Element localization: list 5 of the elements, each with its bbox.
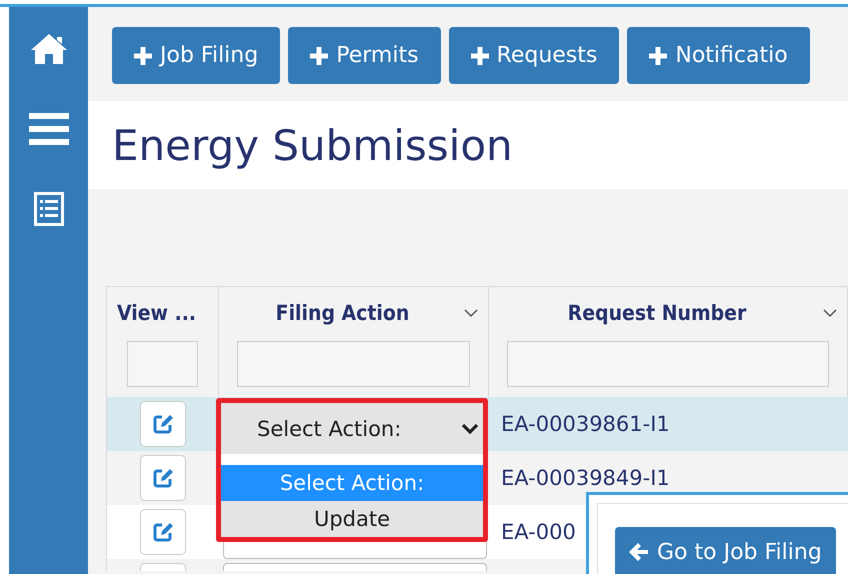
request-number: EA-00039861-I1 xyxy=(500,412,670,436)
selected-value: Select Action: xyxy=(257,416,402,440)
request-number: EA-000 xyxy=(500,520,576,544)
request-number: EA-00039849-I1 xyxy=(500,466,670,490)
page-title: Energy Submission xyxy=(112,120,513,170)
